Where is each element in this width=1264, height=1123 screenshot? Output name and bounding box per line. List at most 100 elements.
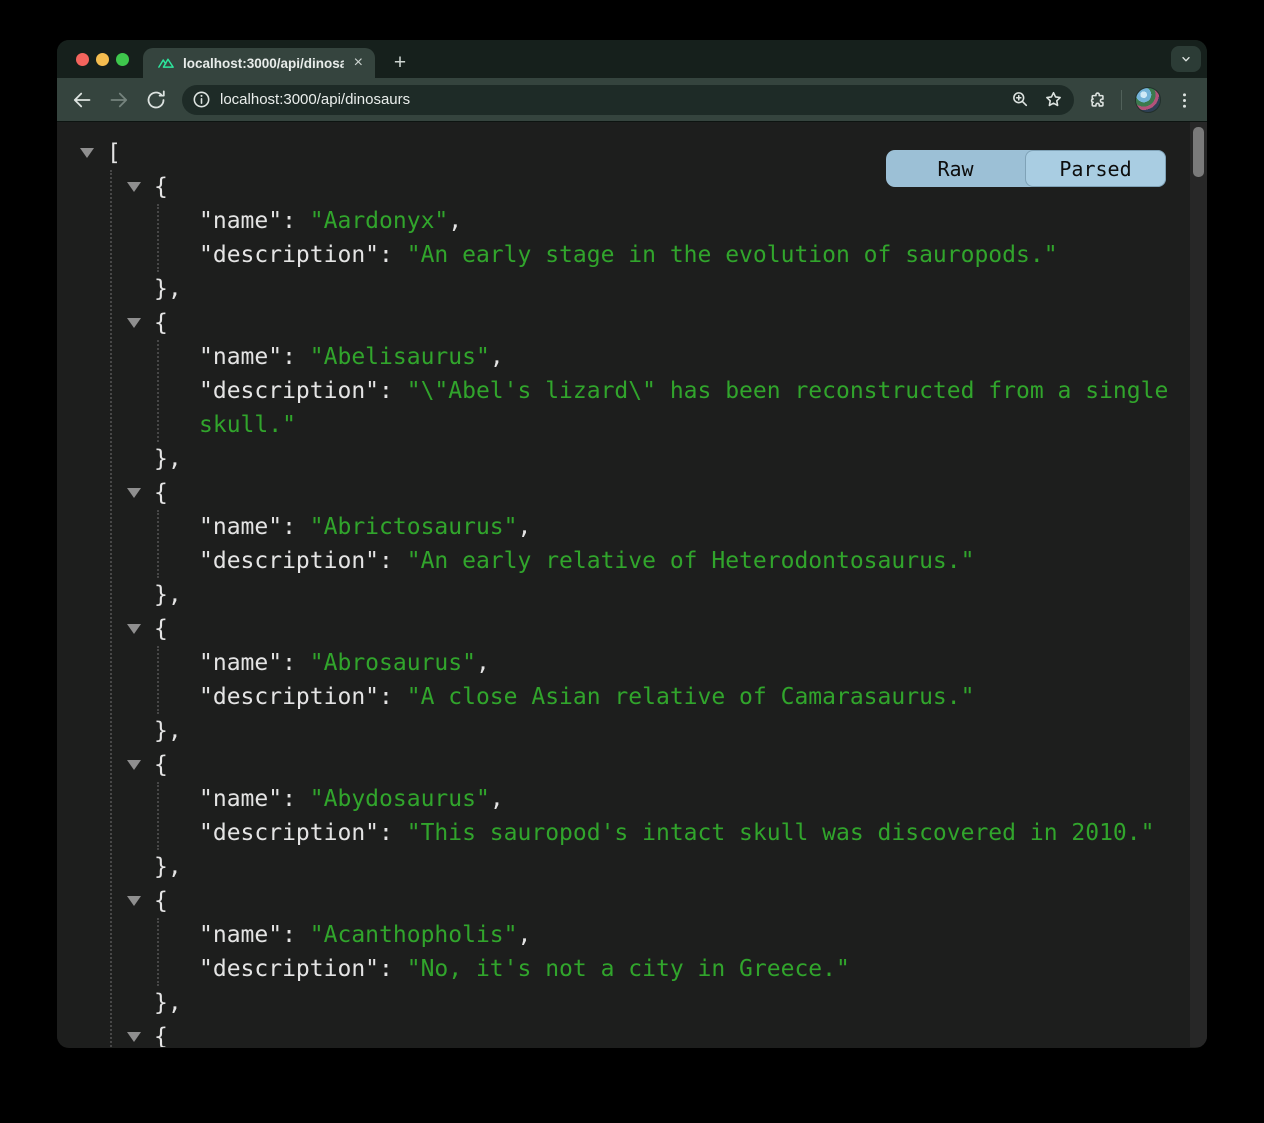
tab-close-icon[interactable]: × [352,55,365,71]
close-brace: }, [154,718,182,744]
description-row: "description": "\"Abel's lizard\" has be… [57,374,1190,442]
object-open-row: { [57,306,1190,340]
json-string-value: "Abrosaurus" [310,650,476,676]
json-string-value: "Abelisaurus" [310,344,490,370]
colon: : [282,786,310,812]
collapse-triangle-icon[interactable] [127,182,141,192]
object-open-row: { [57,476,1190,510]
raw-button[interactable]: Raw [886,150,1025,187]
name-row: "name": "Aardonyx", [57,204,1190,238]
fullscreen-window-button[interactable] [116,53,129,66]
object-open-row: { [57,748,1190,782]
comma: , [490,344,504,370]
open-brace: { [154,888,168,914]
open-brace: { [154,310,168,336]
json-key: "description" [199,820,379,846]
colon: : [282,208,310,234]
name-row: "name": "Abrosaurus", [57,646,1190,680]
colon: : [379,956,407,982]
json-viewer: Raw Parsed [ { "name": "Aardonyx", [57,122,1207,1047]
close-brace: }, [154,446,182,472]
tab-strip: localhost:3000/api/dinosaurs × + [57,40,1207,78]
extensions-puzzle-icon[interactable] [1087,90,1108,111]
comma: , [518,514,532,540]
json-object: { "name": "Acanthopholis", "description"… [57,884,1190,1020]
scrollbar-track[interactable] [1190,122,1207,1047]
json-string-value: "Abydosaurus" [310,786,490,812]
tab-search-button[interactable] [1171,46,1201,72]
site-info-icon[interactable] [191,89,212,110]
browser-tab[interactable]: localhost:3000/api/dinosaurs × [143,48,375,78]
collapse-triangle-icon[interactable] [127,488,141,498]
name-row: "name": "Acanthopholis", [57,918,1190,952]
description-row: "description": "A close Asian relative o… [57,680,1190,714]
comma: , [476,650,490,676]
zoom-icon[interactable] [1010,89,1031,110]
parsed-button[interactable]: Parsed [1025,150,1166,187]
comma: , [490,786,504,812]
minimize-window-button[interactable] [96,53,109,66]
menu-kebab-icon[interactable] [1174,90,1195,111]
json-key: "description" [199,242,379,268]
site-favicon-icon [157,54,175,72]
address-bar[interactable]: localhost:3000/api/dinosaurs [182,85,1074,115]
open-brace: { [154,1024,168,1047]
collapse-triangle-icon[interactable] [127,1032,141,1042]
forward-icon[interactable] [107,88,131,112]
collapse-triangle-icon[interactable] [80,148,94,158]
collapse-triangle-icon[interactable] [127,760,141,770]
close-brace: }, [154,854,182,880]
name-row: "name": "Abydosaurus", [57,782,1190,816]
json-object: { "name": "Abelisaurus", "description": … [57,306,1190,476]
object-close-row: }, [57,272,1190,306]
description-row: "description": "No, it's not a city in G… [57,952,1190,986]
json-key: "description" [199,956,379,982]
colon: : [379,242,407,268]
json-string-value: "An early relative of Heterodontosaurus.… [407,548,975,574]
json-key: "name" [199,786,282,812]
close-window-button[interactable] [76,53,89,66]
json-tree: [ { "name": "Aardonyx", "description": "… [57,122,1190,1047]
back-icon[interactable] [70,88,94,112]
toolbar-divider [1121,90,1122,110]
json-key: "name" [199,922,282,948]
object-close-row: }, [57,714,1190,748]
json-object: { "name": "Abrosaurus", "description": "… [57,612,1190,748]
address-bar-actions [1010,85,1064,115]
object-open-row-partial: { [57,1020,1190,1047]
reload-icon[interactable] [144,88,168,112]
colon: : [379,684,407,710]
colon: : [379,820,407,846]
address-url[interactable]: localhost:3000/api/dinosaurs [220,91,410,108]
object-close-row: }, [57,578,1190,612]
json-key: "description" [199,684,379,710]
object-open-row: { [57,612,1190,646]
browser-toolbar: localhost:3000/api/dinosaurs [57,78,1207,122]
json-string-value: "Acanthopholis" [310,922,518,948]
profile-avatar[interactable] [1135,87,1161,113]
json-object: { "name": "Aardonyx", "description": "An… [57,170,1190,306]
json-string-value: "No, it's not a city in Greece." [407,956,850,982]
view-mode-toggle: Raw Parsed [886,150,1166,187]
collapse-triangle-icon[interactable] [127,318,141,328]
json-key: "name" [199,344,282,370]
new-tab-button[interactable]: + [389,52,411,73]
comma: , [518,922,532,948]
colon: : [379,378,407,404]
collapse-triangle-icon[interactable] [127,624,141,634]
root-bracket: [ [107,140,121,166]
description-row: "description": "This sauropod's intact s… [57,816,1190,850]
open-brace: { [154,174,168,200]
colon: : [282,922,310,948]
object-close-row: }, [57,850,1190,884]
name-row: "name": "Abelisaurus", [57,340,1190,374]
bookmark-star-icon[interactable] [1043,89,1064,110]
json-object: { "name": "Abrictosaurus", "description"… [57,476,1190,612]
tab-title: localhost:3000/api/dinosaurs [183,56,344,71]
collapse-triangle-icon[interactable] [127,896,141,906]
json-string-value: "This sauropod's intact skull was discov… [407,820,1155,846]
json-key: "description" [199,548,379,574]
close-brace: }, [154,990,182,1016]
scrollbar-thumb[interactable] [1193,127,1204,177]
close-brace: }, [154,582,182,608]
